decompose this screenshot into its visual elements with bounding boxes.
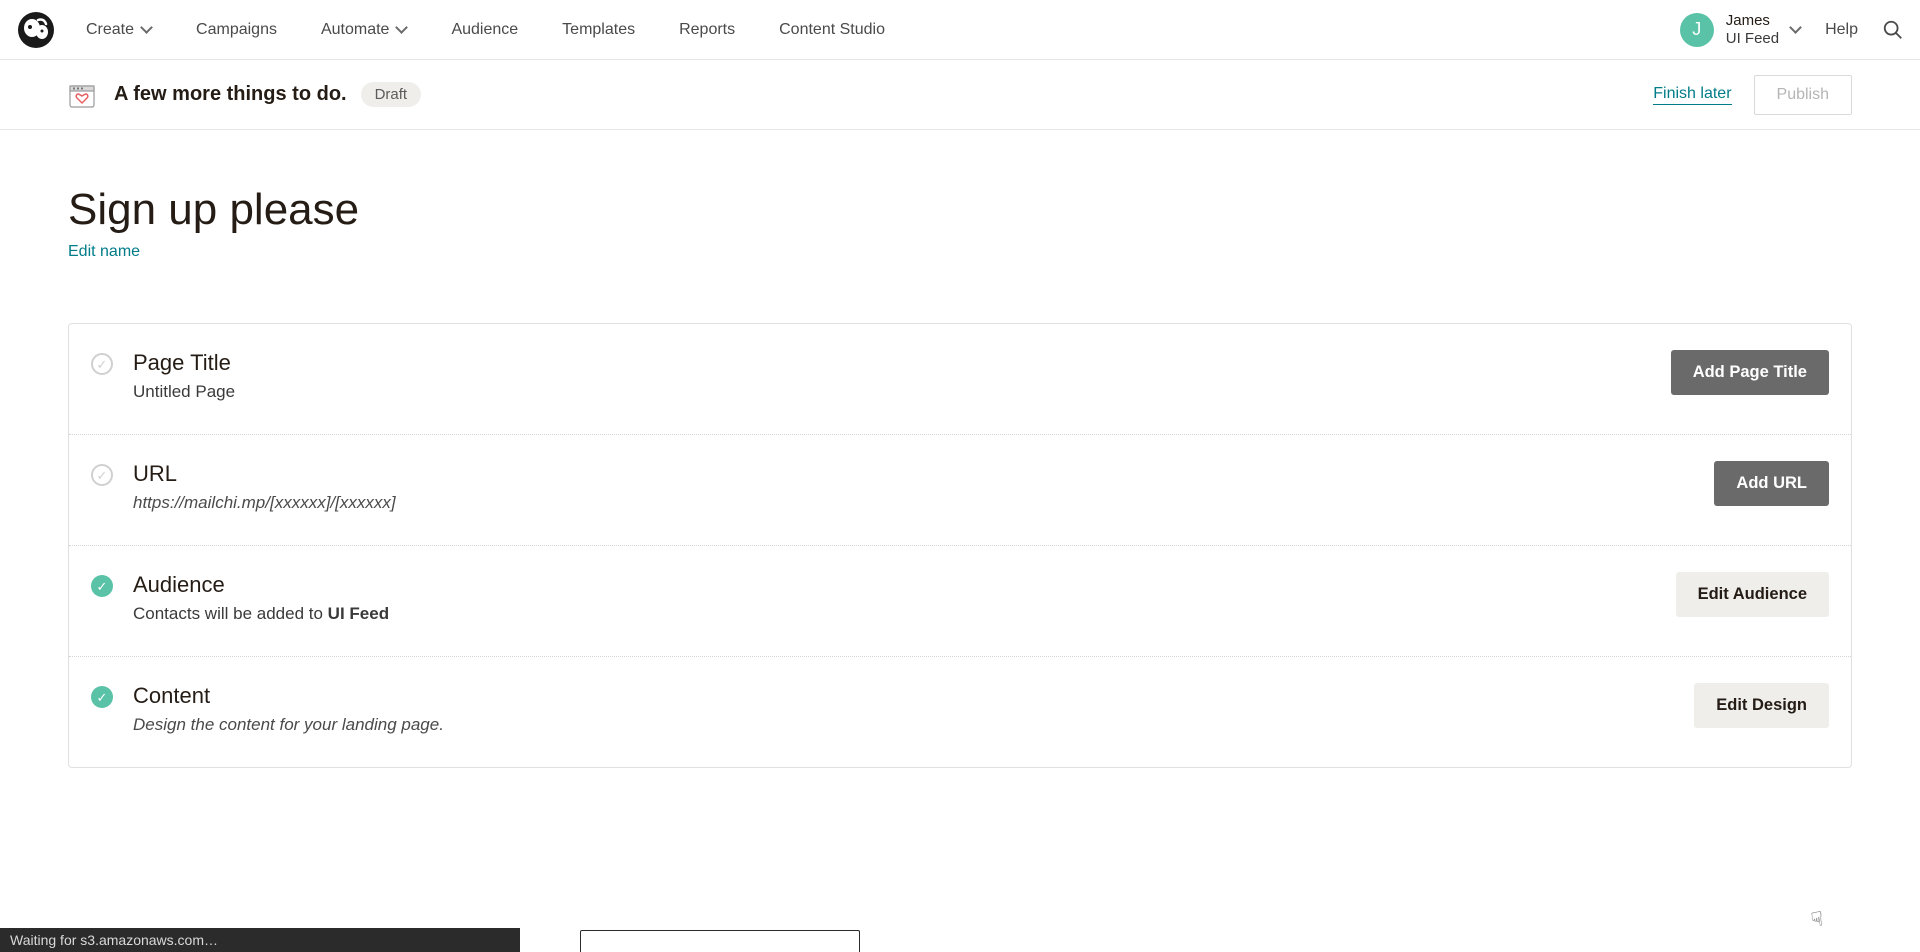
account-text: James UI Feed (1726, 12, 1779, 47)
card-title: URL (133, 461, 1714, 487)
chevron-down-icon (1791, 25, 1801, 35)
nav-label: Automate (321, 21, 389, 39)
nav-campaigns[interactable]: Campaigns (196, 21, 277, 39)
mailchimp-logo[interactable] (16, 10, 56, 50)
edit-audience-button[interactable]: Edit Audience (1676, 572, 1829, 617)
card-audience: ✓ Audience Contacts will be added to UI … (69, 546, 1851, 657)
finish-later-link[interactable]: Finish later (1653, 85, 1731, 105)
card-body: Page Title Untitled Page (133, 350, 1671, 402)
card-subtitle: Untitled Page (133, 382, 1671, 402)
search-icon[interactable] (1882, 19, 1904, 41)
status-incomplete-icon: ✓ (91, 353, 113, 375)
nav-create[interactable]: Create (86, 21, 152, 39)
chevron-down-icon (142, 25, 152, 35)
card-body: URL https://mailchi.mp/[xxxxxx]/[xxxxxx] (133, 461, 1714, 513)
nav-label: Create (86, 21, 134, 39)
topnav-right: J James UI Feed Help (1680, 12, 1904, 47)
subheader-title: A few more things to do. (114, 83, 347, 106)
nav-items: Create Campaigns Automate Audience Templ… (86, 21, 885, 39)
check-icon: ✓ (97, 358, 108, 371)
preview-thumbnail-frame (580, 930, 860, 952)
card-subtitle: https://mailchi.mp/[xxxxxx]/[xxxxxx] (133, 493, 1714, 513)
nav-label: Reports (679, 21, 735, 39)
status-complete-icon: ✓ (91, 575, 113, 597)
nav-label: Templates (562, 21, 635, 39)
edit-design-button[interactable]: Edit Design (1694, 683, 1829, 728)
card-body: Content Design the content for your land… (133, 683, 1694, 735)
check-icon: ✓ (97, 469, 108, 482)
check-icon: ✓ (97, 580, 108, 593)
card-sub-prefix: Contacts will be added to (133, 604, 328, 623)
card-url: ✓ URL https://mailchi.mp/[xxxxxx]/[xxxxx… (69, 435, 1851, 546)
browser-status-bar: Waiting for s3.amazonaws.com… (0, 928, 520, 952)
nav-label: Campaigns (196, 21, 277, 39)
account-feed: UI Feed (1726, 30, 1779, 47)
main-content: Sign up please Edit name ✓ Page Title Un… (0, 130, 1920, 768)
subheader-right: Finish later Publish (1653, 75, 1852, 115)
publish-button[interactable]: Publish (1754, 75, 1852, 115)
card-title: Content (133, 683, 1694, 709)
account-menu[interactable]: J James UI Feed (1680, 12, 1801, 47)
cursor-pointer-icon: ☟ (1809, 906, 1825, 932)
help-link[interactable]: Help (1825, 21, 1858, 39)
card-subtitle: Contacts will be added to UI Feed (133, 604, 1676, 624)
help-label: Help (1825, 21, 1858, 39)
page-title: Sign up please (68, 185, 1852, 235)
card-subtitle: Design the content for your landing page… (133, 715, 1694, 735)
setup-cards: ✓ Page Title Untitled Page Add Page Titl… (68, 323, 1852, 768)
card-content: ✓ Content Design the content for your la… (69, 657, 1851, 767)
avatar-initial: J (1692, 19, 1701, 40)
nav-content-studio[interactable]: Content Studio (779, 21, 885, 39)
card-title: Audience (133, 572, 1676, 598)
nav-reports[interactable]: Reports (679, 21, 735, 39)
top-nav: Create Campaigns Automate Audience Templ… (0, 0, 1920, 60)
card-page-title: ✓ Page Title Untitled Page Add Page Titl… (69, 324, 1851, 435)
nav-templates[interactable]: Templates (562, 21, 635, 39)
nav-audience[interactable]: Audience (451, 21, 518, 39)
add-url-button[interactable]: Add URL (1714, 461, 1829, 506)
status-complete-icon: ✓ (91, 686, 113, 708)
sub-header: A few more things to do. Draft Finish la… (0, 60, 1920, 130)
calendar-heart-icon (68, 81, 96, 109)
account-name: James (1726, 12, 1779, 29)
status-incomplete-icon: ✓ (91, 464, 113, 486)
card-sub-bold: UI Feed (328, 604, 389, 623)
draft-badge: Draft (361, 82, 422, 107)
add-page-title-button[interactable]: Add Page Title (1671, 350, 1829, 395)
nav-automate[interactable]: Automate (321, 21, 407, 39)
nav-label: Audience (451, 21, 518, 39)
avatar: J (1680, 13, 1714, 47)
check-icon: ✓ (97, 691, 108, 704)
chevron-down-icon (397, 25, 407, 35)
edit-name-link[interactable]: Edit name (68, 243, 140, 260)
nav-label: Content Studio (779, 21, 885, 39)
card-title: Page Title (133, 350, 1671, 376)
card-body: Audience Contacts will be added to UI Fe… (133, 572, 1676, 624)
